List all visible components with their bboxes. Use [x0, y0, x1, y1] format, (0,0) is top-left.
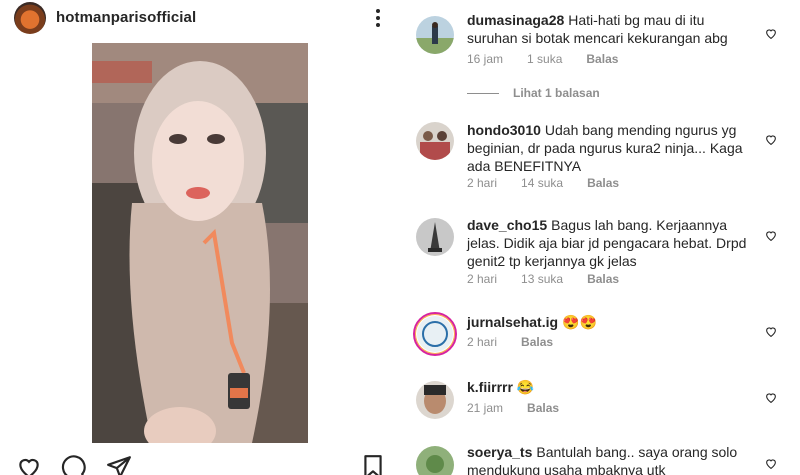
comment-time[interactable]: 16 jam	[467, 52, 503, 66]
view-replies-label[interactable]: Lihat 1 balasan	[513, 86, 600, 100]
reply-button[interactable]: Balas	[587, 176, 619, 190]
comments-panel: dumasinaga28 Hati-hati bg mau di itu suru…	[400, 0, 800, 475]
comment-time[interactable]: 2 hari	[467, 176, 497, 190]
comment-username[interactable]: dumasinaga28	[467, 12, 564, 28]
comment-meta: 21 jam Balas	[467, 401, 583, 415]
reply-button[interactable]: Balas	[587, 272, 619, 286]
avatar[interactable]	[413, 312, 457, 356]
reply-button[interactable]: Balas	[586, 52, 618, 66]
comment-text: 😂	[516, 379, 535, 395]
reply-button[interactable]: Balas	[527, 401, 559, 415]
avatar[interactable]	[416, 381, 454, 419]
comment-likes[interactable]: 13 suka	[521, 272, 563, 286]
more-vertical-icon[interactable]	[374, 8, 382, 28]
comment-time[interactable]: 2 hari	[467, 335, 497, 349]
comment-username[interactable]: jurnalsehat.ig	[467, 314, 558, 330]
heart-icon[interactable]	[764, 457, 778, 470]
comment-likes[interactable]: 1 suka	[527, 52, 562, 66]
comment-meta: 2 hari 13 suka Balas	[467, 272, 643, 286]
avatar[interactable]	[416, 446, 454, 475]
avatar[interactable]	[416, 218, 454, 256]
heart-icon[interactable]	[16, 454, 42, 475]
comment-time[interactable]: 21 jam	[467, 401, 503, 415]
heart-icon[interactable]	[764, 325, 778, 338]
comment-likes[interactable]: 14 suka	[521, 176, 563, 190]
comment-text: 😍😍	[562, 314, 597, 330]
post-image	[92, 43, 308, 443]
reply-button[interactable]: Balas	[521, 335, 553, 349]
comment-meta: 16 jam 1 suka Balas	[467, 52, 642, 66]
divider	[467, 92, 499, 94]
post-actions	[16, 454, 386, 475]
share-icon[interactable]	[106, 454, 132, 475]
comment-username[interactable]: k.fiirrrr	[467, 379, 513, 395]
heart-icon[interactable]	[764, 229, 778, 242]
avatar[interactable]	[416, 16, 454, 54]
comment-time[interactable]: 2 hari	[467, 272, 497, 286]
heart-icon[interactable]	[764, 27, 778, 40]
comment-username[interactable]: soerya_ts	[467, 444, 532, 460]
bookmark-icon[interactable]	[360, 454, 386, 475]
heart-icon[interactable]	[764, 391, 778, 404]
avatar[interactable]	[416, 122, 454, 160]
comment-icon[interactable]	[60, 454, 86, 475]
post-panel: hotmanparisofficial	[0, 0, 400, 475]
comment-username[interactable]: dave_cho15	[467, 217, 547, 233]
heart-icon[interactable]	[764, 133, 778, 146]
comment-meta: 2 hari 14 suka Balas	[467, 176, 643, 190]
comment-username[interactable]: hondo3010	[467, 122, 541, 138]
post-username[interactable]: hotmanparisofficial	[56, 9, 196, 26]
post-header: hotmanparisofficial	[14, 2, 394, 34]
avatar[interactable]	[14, 2, 46, 34]
view-replies-button[interactable]: Lihat 1 balasan	[467, 86, 600, 100]
comment-meta: 2 hari Balas	[467, 335, 577, 349]
